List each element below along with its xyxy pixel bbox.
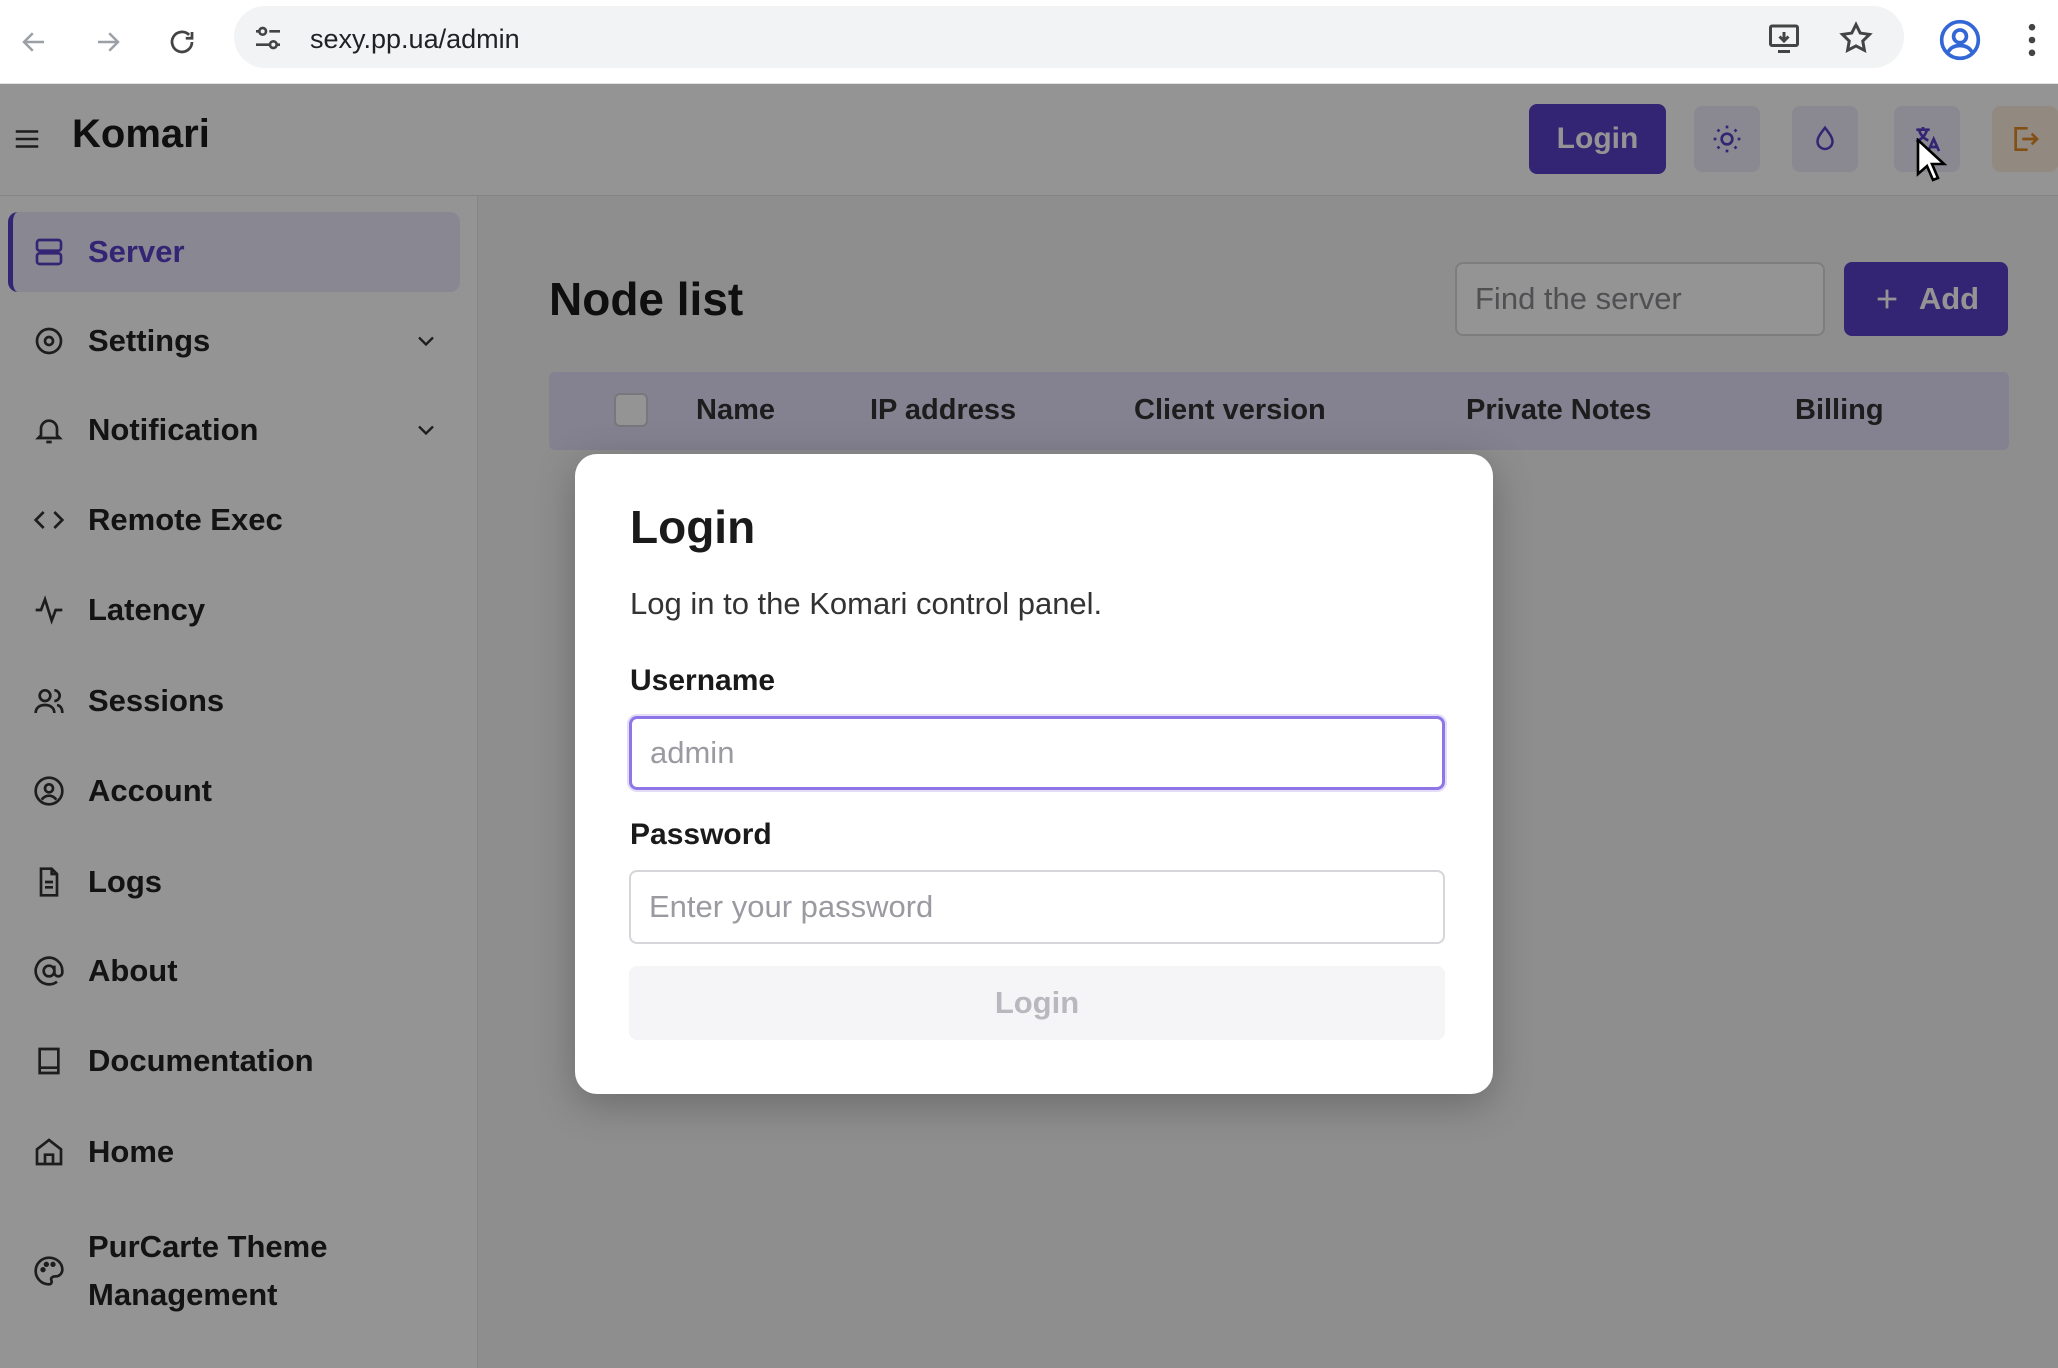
username-field[interactable] [629,716,1445,790]
profile-icon[interactable] [1938,18,1982,62]
login-dialog: Login Log in to the Komari control panel… [575,454,1493,1094]
username-label: Username [630,664,776,697]
login-submit-button[interactable]: Login [629,966,1445,1040]
reload-icon[interactable] [158,18,206,66]
url-text: sexy.pp.ua/admin [310,24,520,54]
mouse-cursor-icon [1916,138,1948,182]
install-app-icon[interactable] [1766,20,1802,56]
more-menu-icon[interactable] [2010,18,2054,62]
site-settings-icon[interactable] [252,22,284,54]
browser-toolbar: sexy.pp.ua/admin [0,0,2058,84]
forward-icon[interactable] [84,18,132,66]
password-label: Password [630,818,772,851]
dialog-description: Log in to the Komari control panel. [630,586,1103,621]
address-bar[interactable]: sexy.pp.ua/admin [234,6,1904,68]
password-field[interactable] [629,870,1445,944]
bookmark-star-icon[interactable] [1838,20,1874,56]
dialog-title: Login [630,501,756,553]
back-icon[interactable] [10,18,58,66]
